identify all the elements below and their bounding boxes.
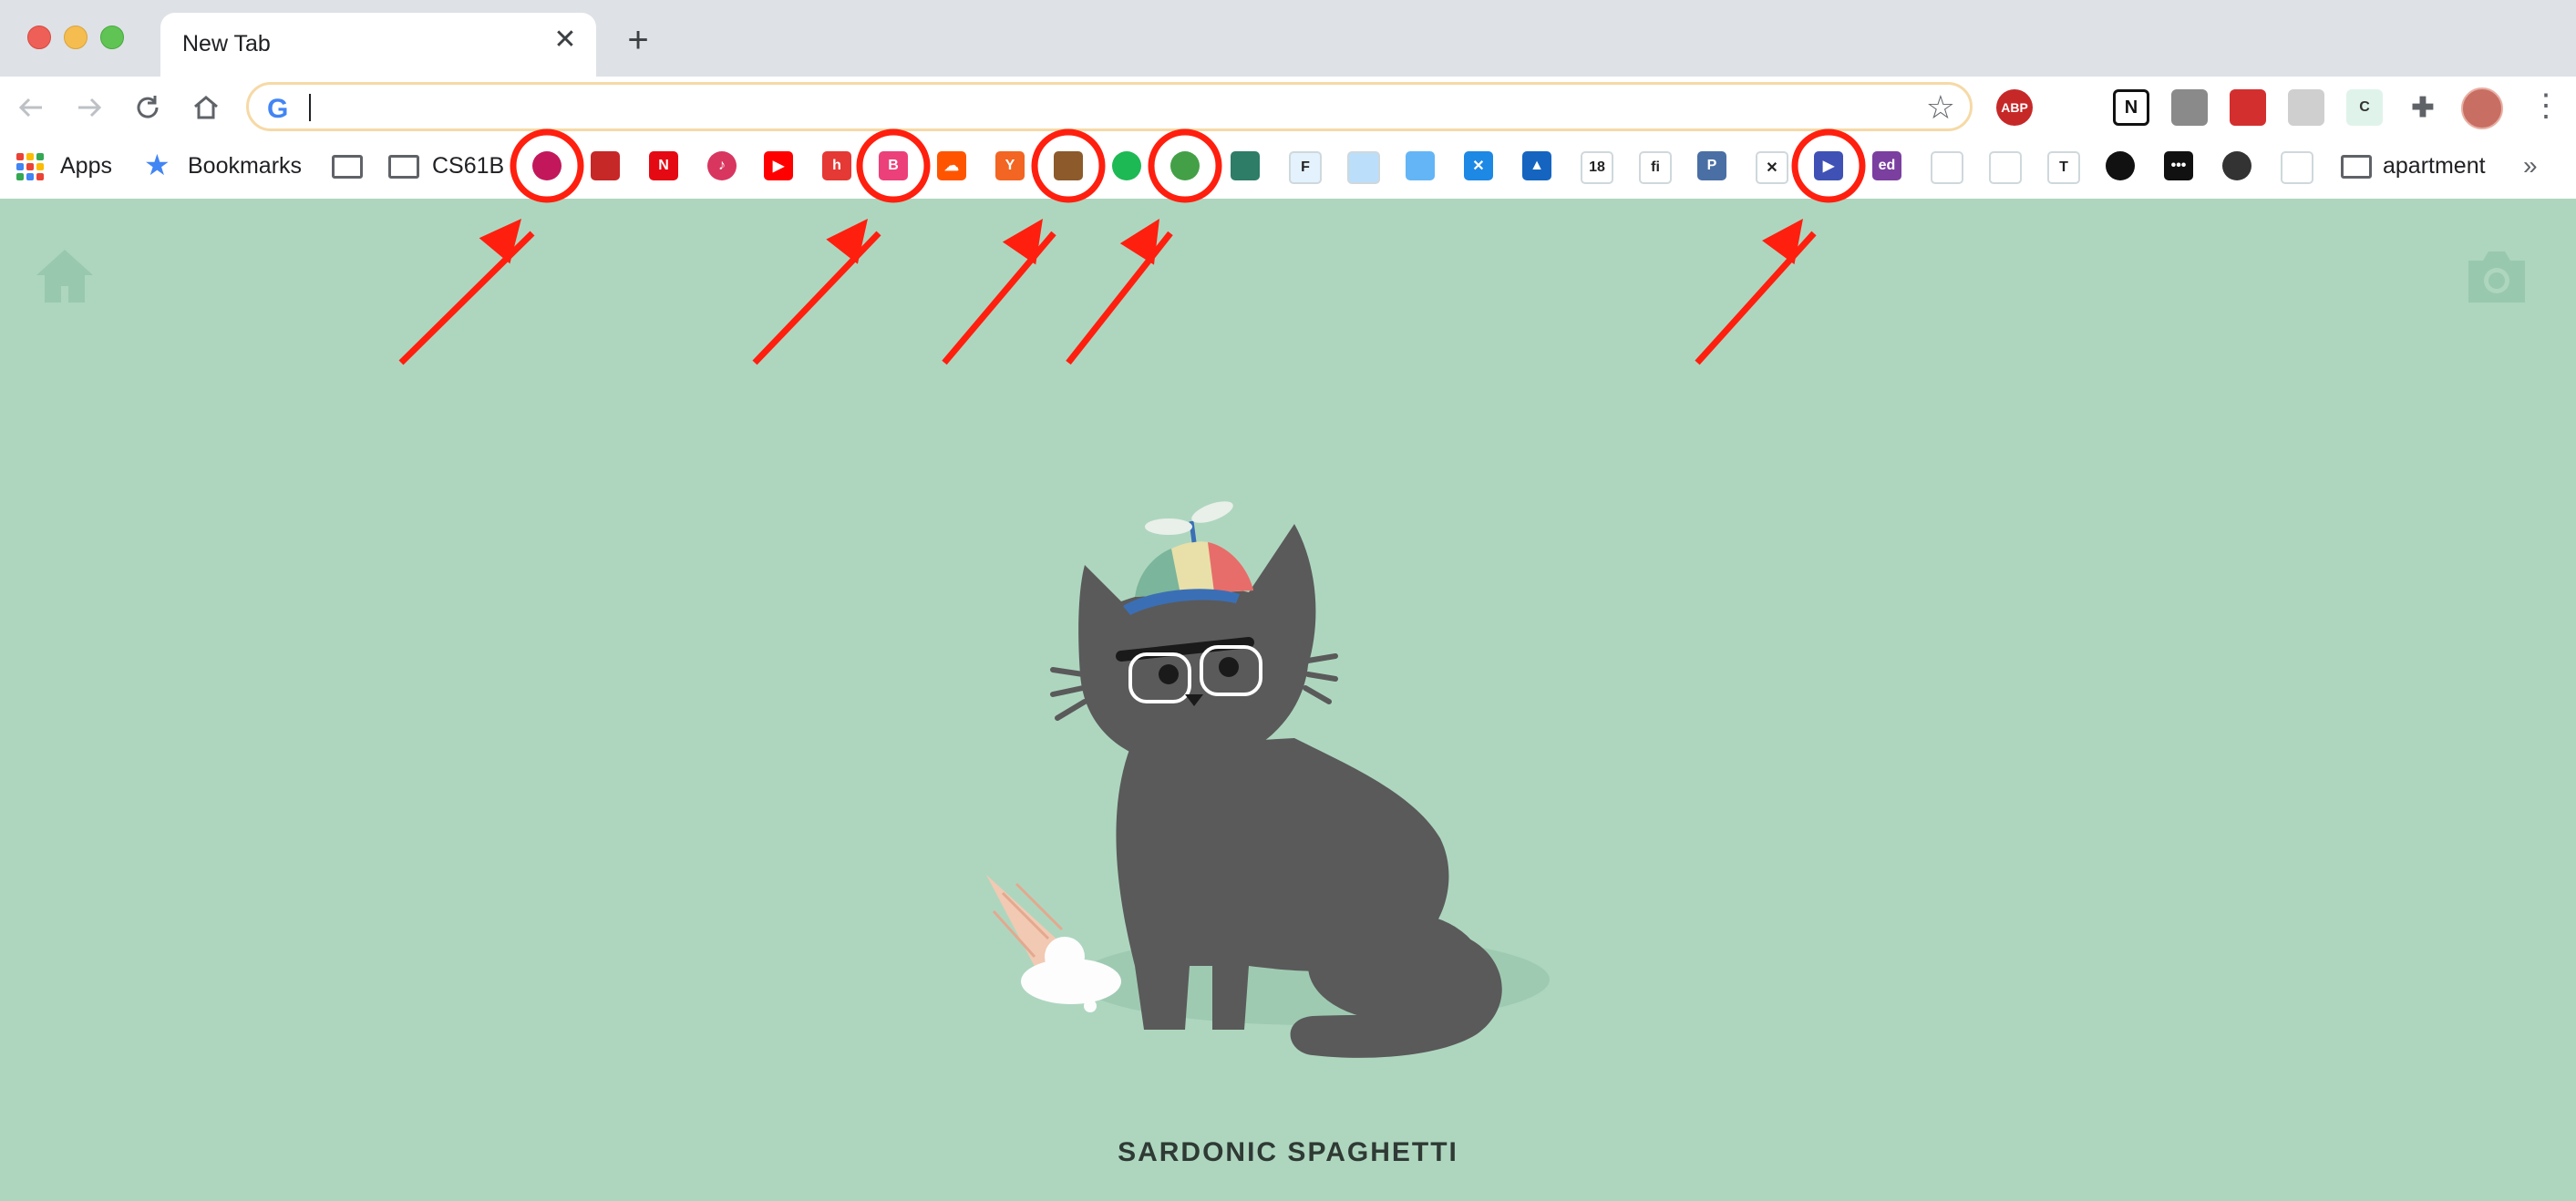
f-bookmark-icon[interactable]: F bbox=[1289, 151, 1322, 184]
nytimes-icon[interactable]: T bbox=[2047, 151, 2080, 184]
bookmarks-folder-link[interactable]: Bookmarks bbox=[188, 153, 302, 180]
grey-square-extension-icon[interactable] bbox=[2288, 89, 2324, 126]
music-note-bookmark-icon[interactable]: ♪ bbox=[707, 151, 737, 180]
youtube-icon[interactable]: ▶ bbox=[764, 151, 793, 180]
dots-bookmark-icon[interactable]: ••• bbox=[2164, 151, 2193, 180]
text-cursor bbox=[309, 94, 311, 121]
cs61b-folder-icon bbox=[388, 155, 419, 179]
spotify-black-icon[interactable] bbox=[2106, 151, 2135, 180]
lens-bookmark-icon[interactable] bbox=[532, 151, 562, 180]
globe-bookmark-icon[interactable] bbox=[2222, 151, 2251, 180]
ed-bookmark-icon[interactable]: ed bbox=[1872, 151, 1901, 180]
green-ring-bookmark-icon[interactable] bbox=[1170, 151, 1200, 180]
browser-toolbar: G ☆ ABP N C ✚ ⋮ bbox=[0, 77, 2576, 139]
b-gradient-bookmark-icon[interactable]: B bbox=[879, 151, 908, 180]
tab-title: New Tab bbox=[182, 31, 271, 56]
apps-grid-icon[interactable] bbox=[16, 153, 44, 180]
shield-extension-icon[interactable] bbox=[2171, 89, 2208, 126]
reload-icon bbox=[137, 96, 159, 118]
reload-button[interactable] bbox=[129, 89, 166, 126]
bookmarks-bar: Apps ★ Bookmarks CS61B N ♪ ▶ h B ☁ Y F ✕ ▲ 18 fi P ✕ ▶… bbox=[0, 139, 2576, 200]
building-bookmark-icon[interactable] bbox=[1347, 151, 1380, 184]
tab-new-tab[interactable]: New Tab ✕ bbox=[160, 13, 596, 77]
tab-close-icon[interactable]: ✕ bbox=[551, 26, 580, 55]
layers-bookmark-icon[interactable] bbox=[1231, 151, 1260, 180]
ycombinator-icon[interactable]: Y bbox=[995, 151, 1025, 180]
camera-icon[interactable] bbox=[2463, 248, 2530, 306]
book-bookmark-icon[interactable] bbox=[2281, 151, 2313, 184]
arrow-up-bookmark-icon[interactable]: ▲ bbox=[1522, 151, 1551, 180]
window-maximize-button[interactable] bbox=[100, 26, 124, 49]
notion-icon[interactable]: N bbox=[2113, 89, 2149, 126]
bookmark-star-icon[interactable]: ☆ bbox=[1926, 88, 1955, 127]
profile-avatar[interactable] bbox=[2461, 87, 2503, 129]
calendar-blue-bookmark-icon[interactable] bbox=[1406, 151, 1435, 180]
x-blue-bookmark-icon[interactable]: ✕ bbox=[1464, 151, 1493, 180]
apartment-folder-icon bbox=[2341, 155, 2372, 179]
google-g-icon: G bbox=[267, 94, 289, 124]
address-bar[interactable]: G ☆ bbox=[246, 82, 1973, 131]
folder-icon[interactable] bbox=[332, 155, 363, 179]
back-button[interactable] bbox=[13, 89, 49, 126]
c-extension-icon[interactable]: C bbox=[2346, 89, 2383, 126]
redirect-arrow-icon[interactable] bbox=[2230, 89, 2266, 126]
back-arrow-icon bbox=[18, 98, 42, 118]
more-bookmarks-chevron-icon[interactable]: » bbox=[2523, 151, 2538, 180]
creative-cloud-icon[interactable] bbox=[1931, 151, 1963, 184]
fi-bookmark-icon[interactable]: fi bbox=[1639, 151, 1672, 184]
forward-arrow-icon bbox=[78, 98, 102, 118]
spotify-green-icon[interactable] bbox=[1112, 151, 1141, 180]
apartment-folder-link[interactable]: apartment bbox=[2383, 153, 2486, 180]
video-bookmark-icon[interactable]: ▶ bbox=[1814, 151, 1843, 180]
google-calendar-icon[interactable]: 18 bbox=[1581, 151, 1613, 184]
puzzle-extensions-icon[interactable]: ✚ bbox=[2405, 89, 2441, 126]
cs61b-folder-link[interactable]: CS61B bbox=[432, 153, 504, 180]
apps-link[interactable]: Apps bbox=[60, 153, 112, 180]
ice-cream-cone bbox=[986, 875, 1121, 1012]
netflix-icon[interactable]: N bbox=[649, 151, 678, 180]
face-sketch-bookmark-icon[interactable] bbox=[1989, 151, 2022, 184]
handshake-bookmark-icon[interactable]: h bbox=[822, 151, 851, 180]
chrome-menu-icon[interactable]: ⋮ bbox=[2530, 87, 2561, 128]
soundcloud-icon[interactable]: ☁ bbox=[937, 151, 966, 180]
rainbow-extension-icon[interactable] bbox=[2053, 89, 2089, 126]
adblock-plus-icon[interactable]: ABP bbox=[1996, 89, 2033, 126]
p-bookmark-icon[interactable]: P bbox=[1697, 151, 1726, 180]
forward-button[interactable] bbox=[71, 89, 108, 126]
home-outline-icon bbox=[194, 96, 218, 119]
x-black-bookmark-icon[interactable]: ✕ bbox=[1756, 151, 1788, 184]
cake-bookmark-icon[interactable] bbox=[1054, 151, 1083, 180]
window-close-button[interactable] bbox=[27, 26, 51, 49]
page-caption: SARDONIC SPAGHETTI bbox=[1118, 1137, 1458, 1167]
arrow-bookmark-icon[interactable] bbox=[591, 151, 620, 180]
home-button[interactable] bbox=[188, 89, 224, 126]
cat-illustration bbox=[986, 501, 1550, 1058]
tab-strip: New Tab ✕ + bbox=[0, 0, 2576, 77]
new-tab-button[interactable]: + bbox=[620, 22, 656, 58]
window-minimize-button[interactable] bbox=[64, 26, 88, 49]
home-icon[interactable] bbox=[33, 244, 97, 308]
bookmarks-star-icon: ★ bbox=[144, 149, 170, 181]
